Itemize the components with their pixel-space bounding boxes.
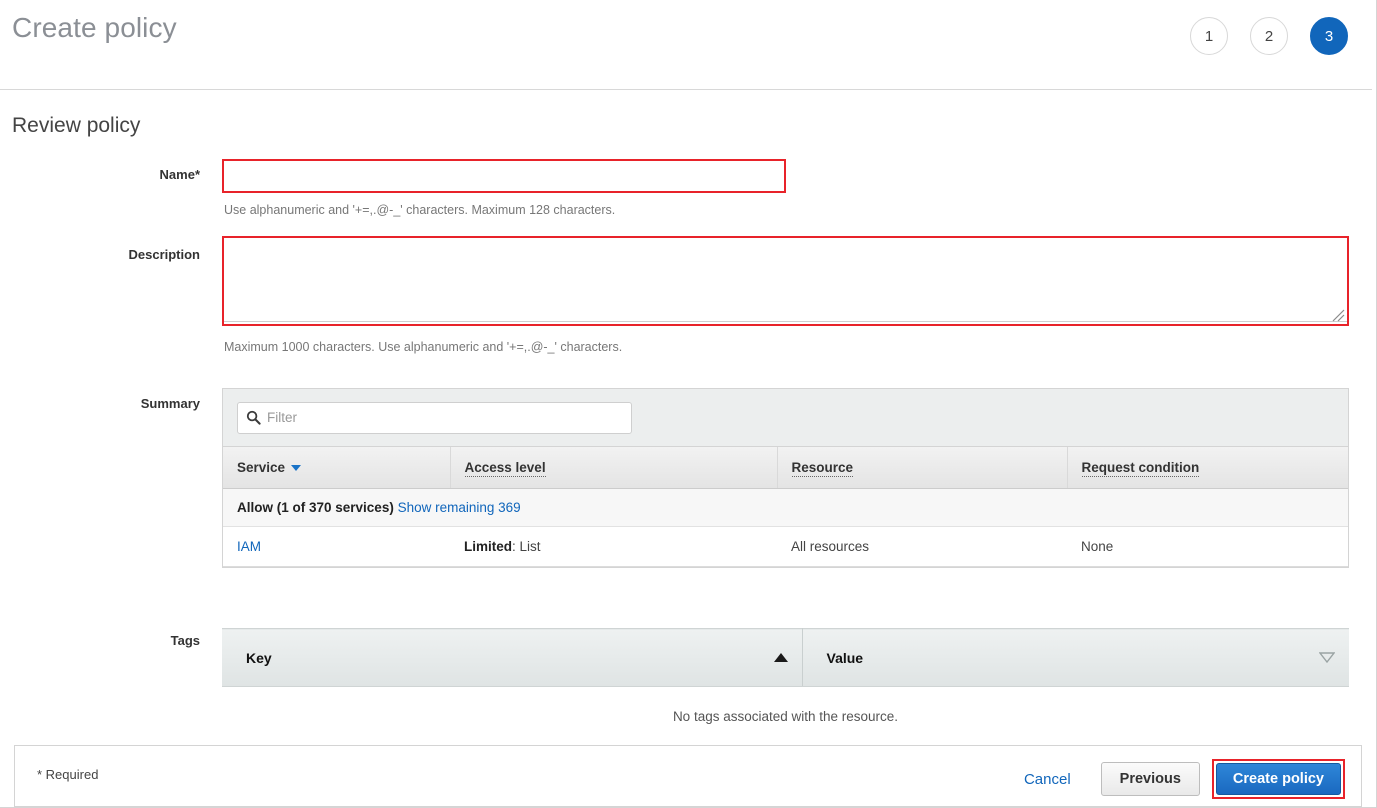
column-header-key-label: Key — [246, 649, 272, 666]
description-field-hint: Maximum 1000 characters. Use alphanumeri… — [224, 340, 623, 354]
table-row: IAM Limited: List All resources None — [223, 526, 1348, 567]
required-note: * Required — [37, 767, 99, 782]
column-header-resource-label: Resource — [791, 460, 854, 477]
search-icon — [246, 410, 261, 425]
step-3-label: 3 — [1324, 27, 1334, 45]
tags-label: Tags — [170, 633, 200, 648]
summary-filter-input[interactable] — [265, 409, 631, 426]
chevron-down-outline-icon — [1319, 652, 1335, 663]
access-level-prefix: Limited — [464, 539, 513, 554]
create-policy-button[interactable]: Create policy — [1215, 763, 1341, 795]
resource-value: All resources — [777, 526, 1067, 567]
previous-button[interactable]: Previous — [1100, 762, 1200, 796]
request-condition-value: None — [1067, 526, 1348, 567]
chevron-up-icon — [773, 653, 788, 662]
chevron-down-icon — [291, 465, 302, 472]
show-remaining-link[interactable]: Show remaining 369 — [398, 500, 521, 515]
service-link-iam[interactable]: IAM — [237, 539, 261, 554]
column-header-access-level[interactable]: Access level — [450, 447, 778, 489]
name-field-hint: Use alphanumeric and '+=,.@-_' character… — [224, 203, 616, 217]
column-header-service[interactable]: Service — [223, 447, 451, 489]
column-header-service-label: Service — [237, 460, 286, 475]
step-indicator: 1 2 3 — [1190, 17, 1348, 55]
description-input[interactable] — [224, 238, 1347, 322]
summary-group-row: Allow (1 of 370 services) Show remaining… — [223, 488, 1348, 527]
page-header: Create policy 1 2 3 — [0, 0, 1372, 90]
step-2[interactable]: 2 — [1250, 17, 1288, 55]
step-1[interactable]: 1 — [1190, 17, 1228, 55]
column-header-request-condition[interactable]: Request condition — [1067, 447, 1348, 489]
cancel-button[interactable]: Cancel — [1024, 771, 1071, 788]
summary-table: Service Access level Resource Request co… — [223, 447, 1348, 567]
name-field-label: Name* — [159, 167, 200, 182]
access-level-value: : List — [512, 539, 541, 554]
tags-panel: Key Value No tags associated with the re… — [222, 628, 1349, 724]
create-policy-page: Create policy 1 2 3 Review policy Name* … — [0, 0, 1377, 808]
summary-group-title: Allow (1 of 370 services) — [237, 500, 394, 515]
column-header-access-level-label: Access level — [464, 460, 546, 477]
summary-label: Summary — [140, 396, 200, 411]
column-header-value-label: Value — [826, 649, 864, 666]
footer-actions: Cancel Previous Create policy — [1024, 759, 1345, 799]
column-header-resource[interactable]: Resource — [777, 447, 1068, 489]
step-3[interactable]: 3 — [1310, 17, 1348, 55]
step-1-label: 1 — [1204, 27, 1214, 45]
column-header-value[interactable]: Value — [802, 628, 1349, 687]
name-field-highlight — [222, 159, 786, 193]
description-field-label: Description — [128, 247, 200, 262]
column-header-request-condition-label: Request condition — [1081, 460, 1200, 477]
create-policy-highlight: Create policy — [1211, 759, 1345, 799]
step-2-label: 2 — [1264, 27, 1274, 45]
tags-table: Key Value — [222, 628, 1349, 687]
summary-filter-wrap[interactable] — [237, 401, 632, 434]
name-input[interactable] — [226, 163, 782, 189]
tags-empty-message: No tags associated with the resource. — [672, 709, 899, 724]
section-title: Review policy — [12, 114, 141, 137]
page-footer: * Required Cancel Previous Create policy — [14, 745, 1362, 807]
summary-filter-bar — [223, 389, 1348, 447]
description-field-highlight — [222, 236, 1349, 326]
page-title: Create policy — [12, 12, 177, 43]
tags-table-header-row: Key Value — [222, 628, 1349, 687]
column-header-key[interactable]: Key — [222, 628, 803, 687]
summary-table-header-row: Service Access level Resource Request co… — [223, 447, 1348, 489]
summary-panel: Service Access level Resource Request co… — [222, 388, 1349, 568]
